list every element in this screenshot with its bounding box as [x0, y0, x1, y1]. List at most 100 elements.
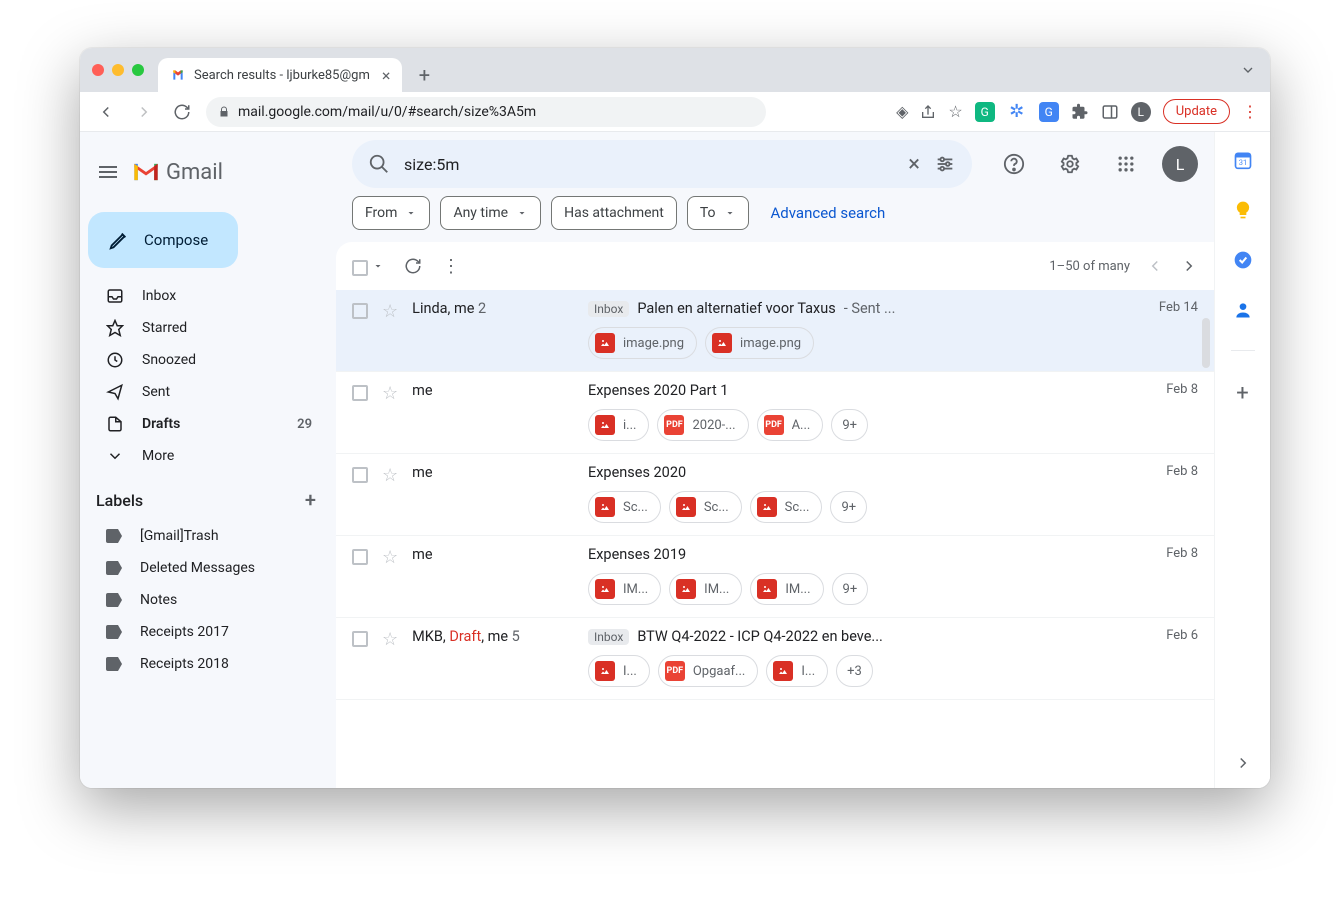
attachment-chip[interactable]: PDFOpgaaf... [658, 655, 759, 687]
clear-search-icon[interactable]: × [908, 152, 920, 177]
email-row[interactable]: ☆ MKB, Draft, me 5 Inbox BTW Q4-2022 - I… [336, 618, 1214, 700]
attachment-name: IM... [704, 582, 729, 597]
minimize-window-icon[interactable] [112, 64, 124, 76]
attachment-chip[interactable]: PDF2020-... [657, 409, 748, 441]
advanced-search-link[interactable]: Advanced search [771, 204, 886, 222]
attachment-chip[interactable]: I... [766, 655, 828, 687]
back-button[interactable] [92, 98, 120, 126]
star-icon[interactable]: ☆ [382, 383, 398, 404]
add-app-icon[interactable]: + [1236, 381, 1248, 406]
tasks-icon[interactable] [1233, 250, 1253, 270]
address-bar[interactable]: mail.google.com/mail/u/0/#search/size%3A… [206, 97, 766, 127]
star-icon[interactable]: ☆ [382, 465, 398, 486]
filter-chip-any-time[interactable]: Any time [440, 196, 541, 230]
attachment-more[interactable]: 9+ [830, 491, 867, 523]
attachment-more[interactable]: 9+ [831, 409, 868, 441]
row-checkbox[interactable] [352, 631, 368, 647]
forward-button[interactable] [130, 98, 158, 126]
sidebar-item-count: 29 [297, 417, 312, 432]
extension-grammarly-icon[interactable]: G [975, 102, 995, 122]
star-icon[interactable]: ☆ [382, 547, 398, 568]
refresh-icon[interactable] [404, 257, 422, 275]
email-row[interactable]: ☆ Linda, me 2 Inbox Palen en alternatief… [336, 290, 1214, 372]
bookmark-icon[interactable]: ☆ [948, 102, 962, 121]
sidebar-item-sent[interactable]: Sent [80, 376, 324, 408]
star-icon[interactable]: ☆ [382, 301, 398, 322]
prev-page-icon[interactable] [1146, 257, 1164, 275]
attachment-chip[interactable]: image.png [588, 327, 697, 359]
close-tab-icon[interactable]: × [382, 66, 391, 85]
attachment-chip[interactable]: Sc... [588, 491, 661, 523]
calendar-icon[interactable]: 31 [1233, 150, 1253, 170]
main-menu-icon[interactable] [96, 160, 120, 184]
label-item[interactable]: Deleted Messages [80, 552, 336, 584]
row-checkbox[interactable] [352, 549, 368, 565]
select-all-checkbox[interactable] [352, 260, 368, 276]
compose-button[interactable]: Compose [88, 212, 238, 268]
extensions-puzzle-icon[interactable] [1071, 103, 1089, 121]
more-icon[interactable]: ⋮ [442, 256, 460, 277]
browser-menu-icon[interactable]: ⋮ [1242, 102, 1258, 121]
tab-list-button[interactable] [1240, 62, 1256, 78]
search-options-icon[interactable] [934, 153, 956, 175]
gmail-logo[interactable]: Gmail [132, 160, 223, 185]
attachment-chip[interactable]: i... [588, 409, 649, 441]
email-row[interactable]: ☆ me Expenses 2020 Sc...Sc...Sc...9+ Feb… [336, 454, 1214, 536]
attachment-chip[interactable]: image.png [705, 327, 814, 359]
attachment-chip[interactable]: PDFA... [757, 409, 824, 441]
attachment-chip[interactable]: IM... [750, 573, 823, 605]
reader-icon[interactable]: ◈ [896, 102, 908, 121]
email-row[interactable]: ☆ me Expenses 2020 Part 1 i...PDF2020-..… [336, 372, 1214, 454]
filter-chip-has-attachment[interactable]: Has attachment [551, 196, 677, 230]
label-item[interactable]: Receipts 2017 [80, 616, 336, 648]
reload-button[interactable] [168, 98, 196, 126]
search-bar[interactable]: × [352, 140, 972, 188]
sidebar-item-more[interactable]: More [80, 440, 324, 472]
label-item[interactable]: [Gmail]Trash [80, 520, 336, 552]
row-checkbox[interactable] [352, 467, 368, 483]
browser-tab[interactable]: Search results - ljburke85@gm × [158, 58, 402, 92]
row-checkbox[interactable] [352, 385, 368, 401]
sidebar-item-starred[interactable]: Starred [80, 312, 324, 344]
settings-icon[interactable] [1050, 144, 1090, 184]
scrollbar-thumb[interactable] [1202, 318, 1210, 368]
share-icon[interactable] [920, 104, 936, 120]
image-icon [595, 579, 615, 599]
sidebar-item-drafts[interactable]: Drafts29 [80, 408, 324, 440]
select-dropdown-icon[interactable] [372, 260, 384, 272]
email-row[interactable]: ☆ me Expenses 2019 IM...IM...IM...9+ Feb… [336, 536, 1214, 618]
attachment-chip[interactable]: Sc... [750, 491, 823, 523]
attachment-chip[interactable]: IM... [588, 573, 661, 605]
keep-icon[interactable] [1233, 200, 1253, 220]
row-checkbox[interactable] [352, 303, 368, 319]
attachment-chip[interactable]: Sc... [669, 491, 742, 523]
apps-icon[interactable] [1106, 144, 1146, 184]
add-label-icon[interactable]: + [305, 488, 316, 512]
filter-chip-from[interactable]: From [352, 196, 430, 230]
star-icon[interactable]: ☆ [382, 629, 398, 650]
extension-snowflake-icon[interactable]: ✲ [1007, 102, 1027, 122]
attachment-more[interactable]: 9+ [832, 573, 869, 605]
close-window-icon[interactable] [92, 64, 104, 76]
sidebar-item-inbox[interactable]: Inbox [80, 280, 324, 312]
filter-chip-to[interactable]: To [687, 196, 749, 230]
label-item[interactable]: Notes [80, 584, 336, 616]
label-item[interactable]: Receipts 2018 [80, 648, 336, 680]
extension-translate-icon[interactable]: G [1039, 102, 1059, 122]
profile-icon[interactable]: L [1131, 102, 1151, 122]
maximize-window-icon[interactable] [132, 64, 144, 76]
attachment-chip[interactable]: IM... [669, 573, 742, 605]
contacts-icon[interactable] [1233, 300, 1253, 320]
pdf-icon: PDF [664, 415, 684, 435]
account-avatar[interactable]: L [1162, 146, 1198, 182]
hide-panel-icon[interactable] [1234, 754, 1252, 772]
sidebar-item-snoozed[interactable]: Snoozed [80, 344, 324, 376]
new-tab-button[interactable]: + [410, 61, 438, 89]
support-icon[interactable] [994, 144, 1034, 184]
attachment-chip[interactable]: I... [588, 655, 650, 687]
side-panel-icon[interactable] [1101, 103, 1119, 121]
search-input[interactable] [404, 155, 894, 174]
next-page-icon[interactable] [1180, 257, 1198, 275]
attachment-more[interactable]: +3 [836, 655, 873, 687]
update-button[interactable]: Update [1163, 99, 1230, 124]
